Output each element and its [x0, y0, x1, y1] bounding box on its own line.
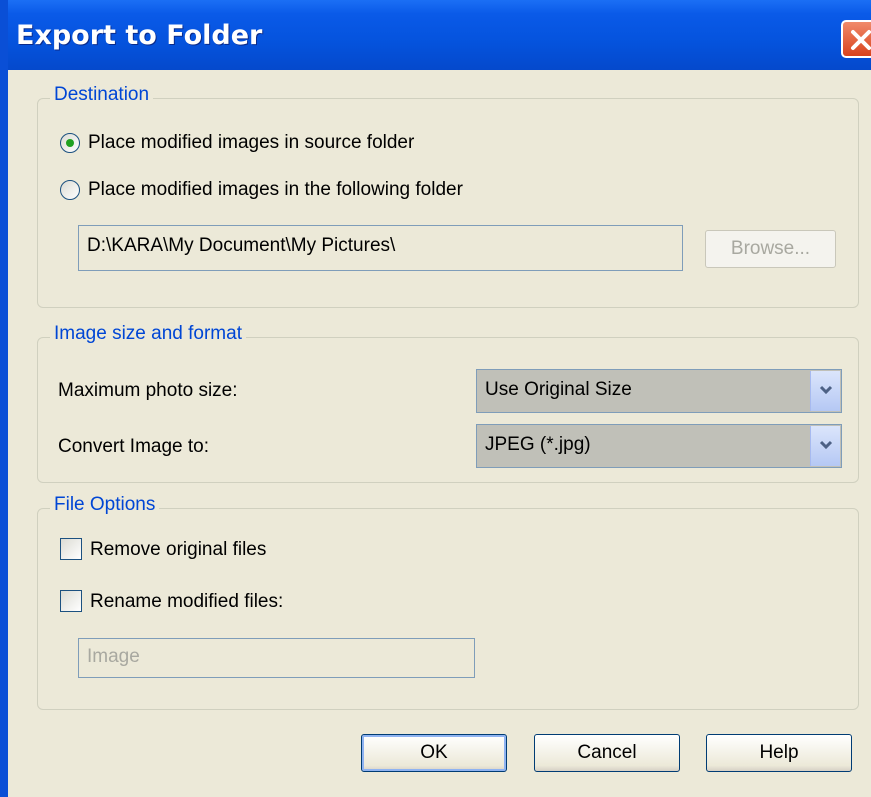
chevron-down-icon: [819, 440, 833, 450]
max-photo-size-dropdown[interactable]: Use Original Size: [476, 369, 842, 413]
close-button[interactable]: [841, 20, 871, 58]
export-to-folder-dialog: Export to Folder Destination Place modif…: [0, 0, 871, 797]
radio-source-folder-label[interactable]: Place modified images in source folder: [88, 132, 414, 154]
max-photo-size-arrow[interactable]: [810, 371, 840, 411]
browse-button[interactable]: Browse...: [705, 230, 836, 268]
file-options-legend: File Options: [50, 494, 160, 516]
max-photo-size-label: Maximum photo size:: [58, 380, 238, 401]
destination-group: Destination Place modified images in sou…: [37, 84, 859, 308]
remove-original-files-label[interactable]: Remove original files: [90, 539, 266, 561]
image-size-format-group: Image size and format Maximum photo size…: [37, 323, 859, 483]
window-title: Export to Folder: [16, 20, 263, 51]
radio-source-folder[interactable]: [60, 133, 80, 153]
rename-modified-files-checkbox[interactable]: [60, 590, 82, 612]
convert-image-label: Convert Image to:: [58, 436, 210, 457]
radio-selected-dot: [66, 139, 74, 147]
convert-image-dropdown[interactable]: JPEG (*.jpg): [476, 424, 842, 468]
rename-modified-files-label[interactable]: Rename modified files:: [90, 591, 283, 613]
radio-following-folder-label[interactable]: Place modified images in the following f…: [88, 179, 463, 201]
rename-prefix-field[interactable]: Image: [78, 638, 475, 678]
help-button[interactable]: Help: [706, 734, 852, 772]
convert-image-arrow[interactable]: [810, 426, 840, 466]
ok-button[interactable]: OK: [361, 734, 507, 772]
convert-image-value: JPEG (*.jpg): [485, 434, 591, 455]
image-size-format-legend: Image size and format: [50, 323, 246, 345]
cancel-button[interactable]: Cancel: [534, 734, 680, 772]
destination-legend: Destination: [50, 84, 154, 106]
max-photo-size-value: Use Original Size: [485, 379, 632, 400]
radio-following-folder[interactable]: [60, 180, 80, 200]
remove-original-files-checkbox[interactable]: [60, 538, 82, 560]
folder-path-field[interactable]: D:\KARA\My Document\My Pictures\: [78, 225, 683, 271]
title-bar[interactable]: Export to Folder: [8, 0, 871, 70]
file-options-group: File Options Remove original files Renam…: [37, 494, 859, 710]
chevron-down-icon: [819, 385, 833, 395]
